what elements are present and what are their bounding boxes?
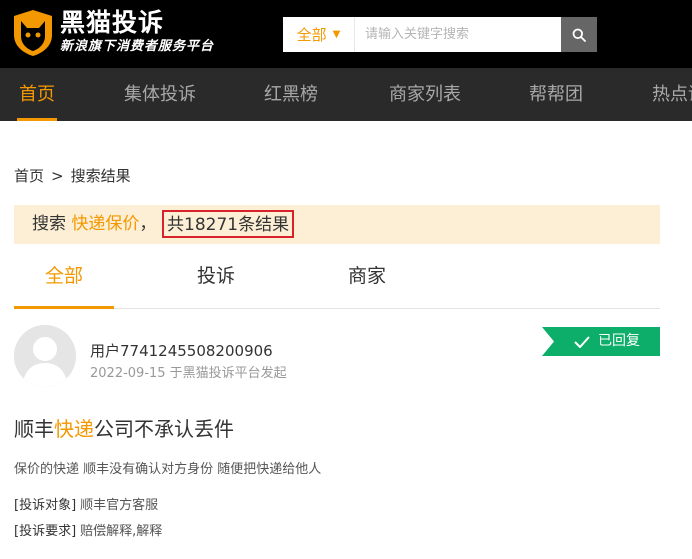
main-nav: 首页 集体投诉 红黑榜 商家列表 帮帮团 热点话题 xyxy=(0,68,692,121)
nav-item-group-complaints[interactable]: 集体投诉 xyxy=(124,68,196,121)
search-result-text: 搜索 快递保价， xyxy=(32,205,156,244)
nav-item-home[interactable]: 首页 xyxy=(17,68,57,121)
header: 黑猫投诉 新浪旗下消费者服务平台 全部 ▼ xyxy=(0,0,692,68)
cat-logo-icon[interactable] xyxy=(12,9,54,57)
user-avatar-icon[interactable] xyxy=(14,325,76,387)
result-tabs: 全部 投诉 商家 xyxy=(14,256,660,309)
result-keyword: 快递保价 xyxy=(71,214,140,234)
search-input[interactable] xyxy=(355,17,561,52)
complaint-title-part: 公司不承认丢件 xyxy=(94,417,234,441)
search-scope-label: 全部 xyxy=(296,26,327,44)
nav-item-help-group[interactable]: 帮帮团 xyxy=(529,68,583,121)
complaint-title-part: 顺丰 xyxy=(14,417,54,441)
complaint-request-label: [投诉要求] xyxy=(14,524,77,539)
brand-title[interactable]: 黑猫投诉 xyxy=(60,9,164,37)
nav-item-red-black-list[interactable]: 红黑榜 xyxy=(264,68,318,121)
complaint-target-value[interactable]: 顺丰官方客服 xyxy=(80,498,158,513)
search-icon xyxy=(572,28,586,42)
breadcrumb-home-link[interactable]: 首页 xyxy=(14,167,44,185)
search-result-bar: 搜索 快递保价， 共18271条结果 xyxy=(14,205,660,244)
nav-item-merchant-list[interactable]: 商家列表 xyxy=(389,68,461,121)
result-count: 共18271条结果 xyxy=(162,210,295,238)
tab-complaints[interactable]: 投诉 xyxy=(166,256,266,308)
complaint-summary: 保价的快递 顺丰没有确认对方身份 随便把快递给他人 xyxy=(14,462,322,477)
complaint-request-value: 赔偿解释,解释 xyxy=(80,524,163,539)
chevron-down-icon: ▼ xyxy=(332,29,341,40)
complaint-target: [投诉对象] 顺丰官方客服 xyxy=(14,494,158,513)
result-prefix: 搜索 xyxy=(32,214,66,234)
breadcrumb: 首页 > 搜索结果 xyxy=(14,165,131,186)
complaint-title-highlight: 快递 xyxy=(54,417,94,441)
complaint-meta: 2022-09-15 于黑猫投诉平台发起 xyxy=(90,366,287,381)
tab-merchants[interactable]: 商家 xyxy=(317,256,417,308)
status-badge: 已回复 xyxy=(542,327,660,356)
complaint-title[interactable]: 顺丰快递公司不承认丢件 xyxy=(14,413,234,442)
complaint-user-name[interactable]: 用户7741245508200906 xyxy=(90,340,273,361)
status-badge-label: 已回复 xyxy=(598,333,640,349)
complaint-target-label: [投诉对象] xyxy=(14,498,77,513)
search-bar: 全部 ▼ xyxy=(283,17,597,52)
breadcrumb-current: 搜索结果 xyxy=(70,167,131,185)
search-scope-dropdown[interactable]: 全部 ▼ xyxy=(283,17,355,52)
complaint-request: [投诉要求] 赔偿解释,解释 xyxy=(14,520,162,539)
result-punct: ， xyxy=(139,214,157,234)
search-button[interactable] xyxy=(561,17,597,52)
breadcrumb-separator: > xyxy=(51,167,64,185)
nav-item-hot-topics[interactable]: 热点话题 xyxy=(652,68,692,121)
tab-all[interactable]: 全部 xyxy=(14,256,114,309)
brand-subtitle: 新浪旗下消费者服务平台 xyxy=(60,39,215,54)
